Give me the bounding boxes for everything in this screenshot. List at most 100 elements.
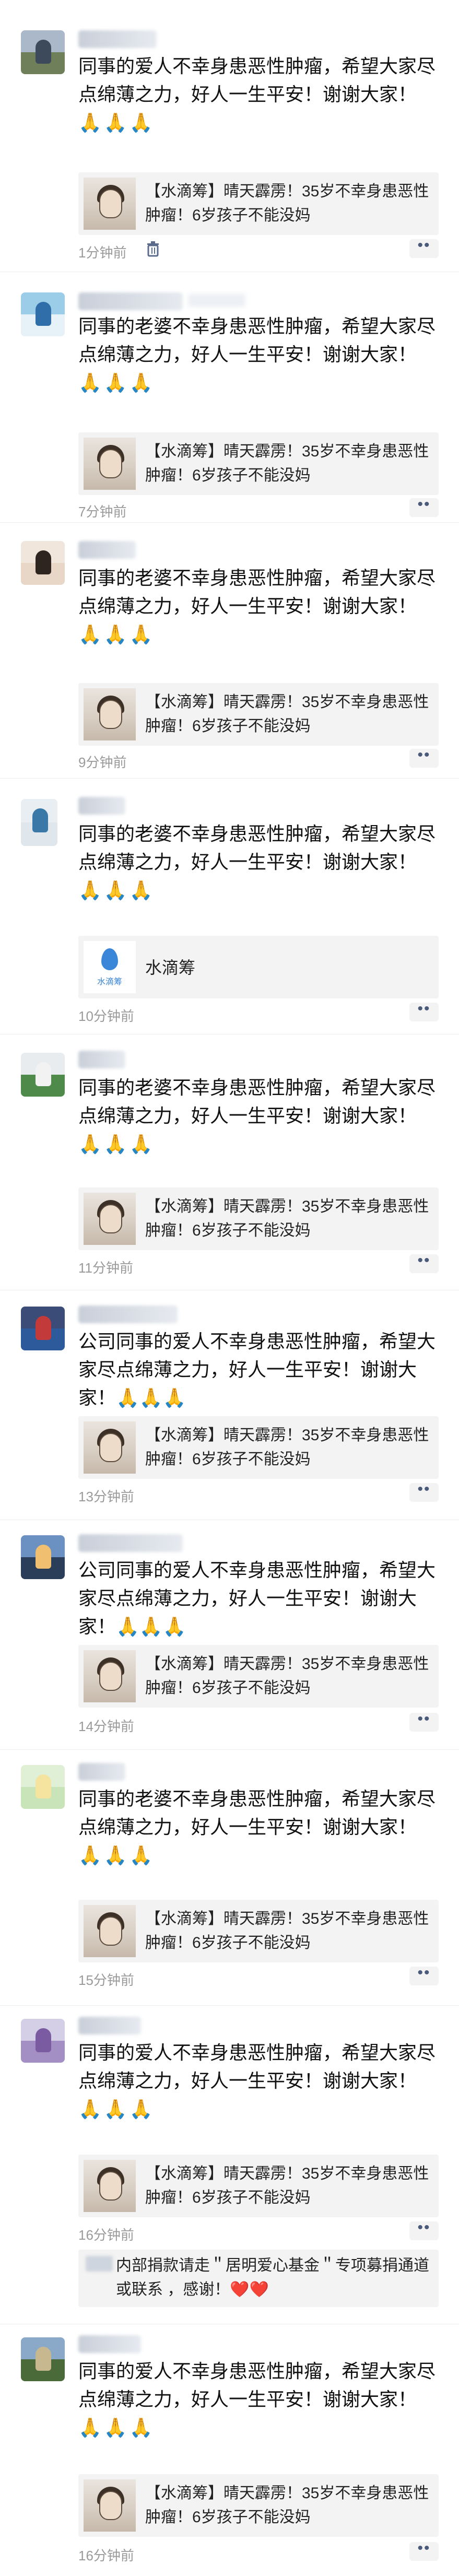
user-name[interactable] [78,1305,178,1323]
avatar[interactable] [21,2337,65,2381]
avatar[interactable] [21,2019,65,2063]
user-name[interactable] [78,1763,125,1781]
pray-emoji: 🙏🙏🙏 [78,372,155,393]
more-dots-icon[interactable]: •• [409,1481,439,1502]
comment-box[interactable]: 内部捐款请走＂居明爱心基金＂专项募捐通道或联系 ，感谢！❤️❤️ [78,2250,439,2307]
pray-emoji: 🙏🙏🙏 [78,2417,155,2438]
share-card[interactable]: 【水滴筹】晴天霹雳！35岁不幸身患恶性肿瘤！6岁孩子不能没妈 [78,2474,439,2537]
pray-emoji: 🙏🙏🙏 [78,112,155,133]
post-time: 1分钟前 [78,245,127,261]
card-title: 【水滴筹】晴天霹雳！35岁不幸身患恶性肿瘤！6岁孩子不能没妈 [145,1655,429,1697]
post-text: 公司同事的爱人不幸身患恶性肿瘤，希望大家尽点绵薄之力，好人一生平安！谢谢大家！🙏… [78,1559,436,1637]
card-thumbnail [84,2479,136,2532]
post: 同事的爱人不幸身患恶性肿瘤，希望大家尽点绵薄之力，好人一生平安！谢谢大家！ 🙏🙏🙏… [0,2005,459,2324]
avatar[interactable] [21,1765,65,1809]
user-name[interactable] [78,292,183,310]
avatar[interactable] [21,30,65,74]
card-title: 【水滴筹】晴天霹雳！35岁不幸身患恶性肿瘤！6岁孩子不能没妈 [145,443,429,484]
post-text: 同事的老婆不幸身患恶性肿瘤，希望大家尽点绵薄之力，好人一生平安！谢谢大家！ 🙏🙏🙏 [78,315,436,393]
avatar[interactable] [21,541,65,585]
more-dots-icon[interactable]: •• [409,2220,439,2240]
more-dots-icon[interactable]: •• [409,1965,439,1985]
post-time: 15分钟前 [78,1972,134,1988]
card-thumbnail [84,438,136,490]
post: 同事的老婆不幸身患恶性肿瘤，希望大家尽点绵薄之力，好人一生平安！谢谢大家！ 🙏🙏🙏… [0,1034,459,1290]
more-dots-icon[interactable]: •• [409,1253,439,1273]
pray-emoji: 🙏🙏🙏 [78,2098,155,2120]
avatar[interactable] [21,1535,65,1579]
post: 同事的老婆不幸身患恶性肿瘤，希望大家尽点绵薄之力，好人一生平安！谢谢大家！ 🙏🙏🙏… [0,778,459,1034]
share-card[interactable]: 水滴筹 水滴筹 [78,936,439,998]
user-name[interactable] [78,30,157,48]
user-name[interactable] [78,1051,125,1068]
user-name[interactable] [78,2017,141,2034]
pray-emoji: 🙏🙏🙏 [78,624,155,645]
post-time: 9分钟前 [78,755,127,770]
card-thumbnail [84,688,136,740]
post-text: 同事的爱人不幸身患恶性肿瘤，希望大家尽点绵薄之力，好人一生平安！谢谢大家！ 🙏🙏🙏 [78,55,436,133]
avatar[interactable] [21,1053,65,1097]
card-thumbnail [84,1650,136,1702]
post: 同事的爱人不幸身患恶性肿瘤，希望大家尽点绵薄之力，好人一生平安！谢谢大家！ 🙏🙏🙏… [0,2324,459,2576]
user-name[interactable] [78,1534,183,1552]
share-card[interactable]: 【水滴筹】晴天霹雳！35岁不幸身患恶性肿瘤！6岁孩子不能没妈 [78,683,439,746]
card-thumbnail [84,178,136,230]
avatar[interactable] [21,1307,65,1350]
card-title: 【水滴筹】晴天霹雳！35岁不幸身患恶性肿瘤！6岁孩子不能没妈 [145,183,429,224]
trash-icon[interactable] [146,241,160,257]
card-title: 【水滴筹】晴天霹雳！35岁不幸身患恶性肿瘤！6岁孩子不能没妈 [145,693,429,735]
user-name[interactable] [78,797,125,815]
post: 同事的老婆不幸身患恶性肿瘤，希望大家尽点绵薄之力，好人一生平安！谢谢大家！ 🙏🙏🙏… [0,272,459,523]
post: 同事的爱人不幸身患恶性肿瘤，希望大家尽点绵薄之力，好人一生平安！谢谢大家！ 🙏🙏🙏… [0,0,459,272]
more-dots-icon[interactable]: •• [409,497,439,517]
share-card[interactable]: 【水滴筹】晴天霹雳！35岁不幸身患恶性肿瘤！6岁孩子不能没妈 [78,1187,439,1250]
pray-emoji: 🙏🙏🙏 [78,1133,155,1155]
card-title: 【水滴筹】晴天霹雳！35岁不幸身患恶性肿瘤！6岁孩子不能没妈 [145,1910,429,1951]
more-dots-icon[interactable]: •• [409,1711,439,1732]
shuidichou-logo: 水滴筹 [84,941,136,993]
card-title: 【水滴筹】晴天霹雳！35岁不幸身患恶性肿瘤！6岁孩子不能没妈 [145,2485,429,2526]
more-dots-icon[interactable]: •• [409,238,439,258]
post-time: 13分钟前 [78,1489,134,1504]
user-name-extra [188,293,245,307]
comment-author[interactable] [86,2256,113,2272]
more-dots-icon[interactable]: •• [409,2540,439,2561]
post-time: 11分钟前 [78,1260,133,1276]
post-text: 同事的老婆不幸身患恶性肿瘤，希望大家尽点绵薄之力，好人一生平安！谢谢大家！ 🙏🙏🙏 [78,567,436,645]
card-thumbnail [84,1421,136,1474]
post-time: 7分钟前 [78,504,127,520]
post-text: 同事的老婆不幸身患恶性肿瘤，希望大家尽点绵薄之力，好人一生平安！谢谢大家！ 🙏🙏🙏 [78,823,436,901]
card-title: 【水滴筹】晴天霹雳！35岁不幸身患恶性肿瘤！6岁孩子不能没妈 [145,2165,429,2206]
pray-emoji: 🙏🙏🙏 [78,1844,155,1866]
card-thumbnail [84,1193,136,1245]
post-time: 16分钟前 [78,2227,134,2243]
post: 同事的老婆不幸身患恶性肿瘤，希望大家尽点绵薄之力，好人一生平安！谢谢大家！ 🙏🙏🙏… [0,1749,459,2006]
post-time: 16分钟前 [78,2548,134,2563]
avatar[interactable] [21,292,65,336]
share-card[interactable]: 【水滴筹】晴天霹雳！35岁不幸身患恶性肿瘤！6岁孩子不能没妈 [78,1900,439,1962]
card-thumbnail [84,1905,136,1957]
card-title: 【水滴筹】晴天霹雳！35岁不幸身患恶性肿瘤！6岁孩子不能没妈 [145,1427,429,1468]
share-card[interactable]: 【水滴筹】晴天霹雳！35岁不幸身患恶性肿瘤！6岁孩子不能没妈 [78,1416,439,1479]
post: 公司同事的爱人不幸身患恶性肿瘤，希望大家尽点绵薄之力，好人一生平安！谢谢大家！🙏… [0,1290,459,1520]
post-text: 同事的老婆不幸身患恶性肿瘤，希望大家尽点绵薄之力，好人一生平安！谢谢大家！ 🙏🙏🙏 [78,1788,436,1866]
post-time: 14分钟前 [78,1719,134,1734]
comment-text: 内部捐款请走＂居明爱心基金＂专项募捐通道或联系 ，感谢！❤️❤️ [116,2257,429,2298]
more-dots-icon[interactable]: •• [409,747,439,768]
post-time: 10分钟前 [78,1008,134,1024]
share-card[interactable]: 【水滴筹】晴天霹雳！35岁不幸身患恶性肿瘤！6岁孩子不能没妈 [78,2155,439,2217]
post-text: 同事的爱人不幸身患恶性肿瘤，希望大家尽点绵薄之力，好人一生平安！谢谢大家！ 🙏🙏🙏 [78,2360,436,2438]
post: 同事的老婆不幸身患恶性肿瘤，希望大家尽点绵薄之力，好人一生平安！谢谢大家！ 🙏🙏🙏… [0,522,459,779]
post-text: 同事的老婆不幸身患恶性肿瘤，希望大家尽点绵薄之力，好人一生平安！谢谢大家！ 🙏🙏🙏 [78,1077,436,1155]
avatar[interactable] [21,799,57,846]
user-name[interactable] [78,541,136,559]
card-title: 【水滴筹】晴天霹雳！35岁不幸身患恶性肿瘤！6岁孩子不能没妈 [145,1198,429,1239]
more-dots-icon[interactable]: •• [409,1001,439,1021]
card-thumbnail [84,2160,136,2212]
user-name[interactable] [78,2335,141,2353]
share-card[interactable]: 【水滴筹】晴天霹雳！35岁不幸身患恶性肿瘤！6岁孩子不能没妈 [78,172,439,235]
post-text: 公司同事的爱人不幸身患恶性肿瘤，希望大家尽点绵薄之力，好人一生平安！谢谢大家！🙏… [78,1331,436,1408]
pray-emoji: 🙏🙏🙏 [78,879,155,901]
share-card[interactable]: 【水滴筹】晴天霹雳！35岁不幸身患恶性肿瘤！6岁孩子不能没妈 [78,432,439,495]
share-card[interactable]: 【水滴筹】晴天霹雳！35岁不幸身患恶性肿瘤！6岁孩子不能没妈 [78,1645,439,1708]
